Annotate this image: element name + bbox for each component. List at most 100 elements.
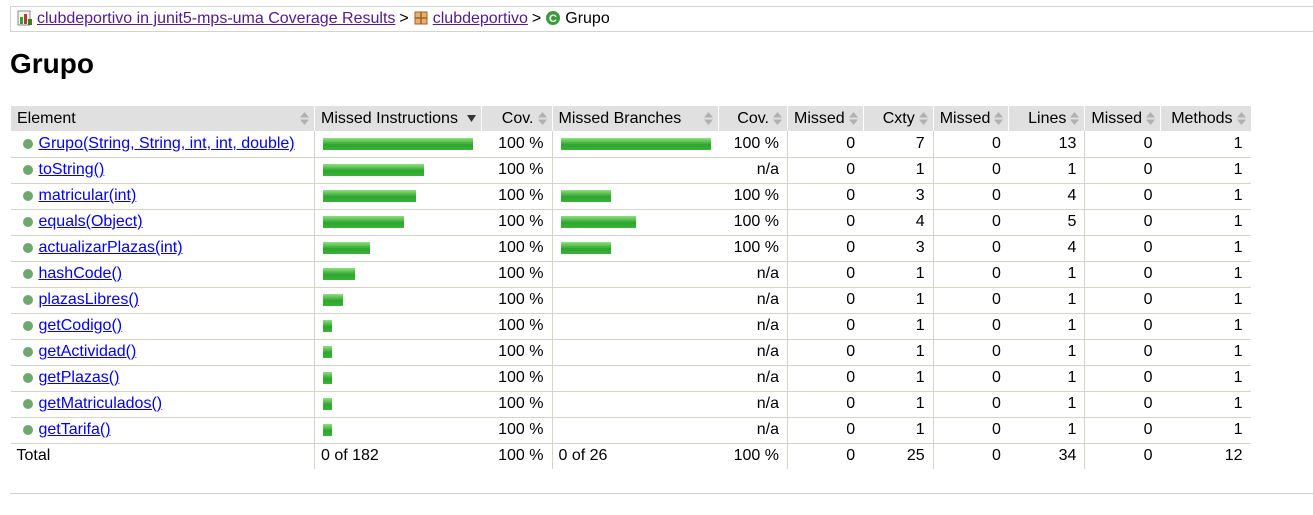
footer-divider	[10, 493, 1313, 494]
method-cell: getTarifa()	[10, 417, 315, 444]
missed-methods: 0	[1084, 157, 1161, 184]
method-cell: plazasLibres()	[10, 287, 315, 314]
table-header-row: Element Missed Instructions Cov. Missed Bra…	[10, 106, 1251, 131]
instruction-coverage: 100 %	[481, 287, 552, 314]
method-link[interactable]: toString()	[39, 161, 105, 178]
method-link[interactable]: getActividad()	[39, 343, 137, 360]
method-link[interactable]: getMatriculados()	[39, 395, 163, 412]
methods: 1	[1160, 131, 1251, 158]
missed-complexity: 0	[787, 209, 864, 236]
coverage-bar	[560, 190, 611, 202]
total-branch-coverage: 100 %	[733, 447, 779, 465]
missed-complexity: 0	[787, 157, 864, 184]
complexity: 1	[863, 157, 934, 184]
sort-icon	[704, 112, 713, 125]
method-icon	[22, 243, 33, 253]
missed-complexity: 0	[787, 183, 864, 210]
method-cell: getMatriculados()	[10, 391, 315, 418]
column-header-missed-branches[interactable]: Missed Branches	[551, 106, 719, 131]
branch-coverage: 100 %	[718, 131, 788, 158]
breadcrumb-class-name: Grupo	[565, 10, 610, 27]
methods: 1	[1160, 183, 1251, 210]
method-icon	[22, 217, 33, 227]
missed-branches-cell	[551, 339, 719, 366]
table-row: plazasLibres() 100 % n/a 0 1 0 1 0 1	[10, 287, 1251, 314]
missed-instructions-cell	[314, 235, 481, 262]
method-link[interactable]: getPlazas()	[39, 369, 120, 386]
column-header-label: Missed	[939, 109, 991, 127]
breadcrumb-package-link[interactable]: clubdeportivo	[433, 10, 528, 27]
column-header-branch-cov[interactable]: Cov.	[718, 106, 788, 131]
missed-instructions-cell	[314, 131, 481, 158]
methods: 1	[1160, 339, 1251, 366]
method-link[interactable]: matricular(int)	[39, 187, 137, 204]
sort-icon	[848, 112, 858, 125]
sort-descending-icon	[466, 115, 476, 122]
complexity: 7	[863, 131, 934, 158]
missed-branches-cell	[551, 417, 719, 444]
missed-complexity: 0	[787, 417, 864, 444]
column-header-missed-methods[interactable]: Missed	[1084, 106, 1161, 131]
column-header-label: Missed	[1091, 109, 1143, 127]
method-link[interactable]: getCodigo()	[39, 317, 123, 334]
instruction-coverage: 100 %	[481, 261, 552, 288]
total-missed-instructions: 0 of 182	[314, 443, 481, 469]
method-cell: getCodigo()	[10, 313, 315, 340]
column-header-cxty[interactable]: Cxty	[862, 106, 934, 131]
method-link[interactable]: hashCode()	[39, 265, 123, 282]
breadcrumb-separator: >	[399, 10, 409, 27]
coverage-bar	[560, 242, 611, 254]
table-row: toString() 100 % n/a 0 1 0 1 0 1	[10, 157, 1251, 184]
column-header-missed-instructions[interactable]: Missed Instructions	[314, 106, 481, 131]
method-cell: matricular(int)	[10, 183, 315, 210]
missed-instructions-cell	[314, 313, 481, 340]
complexity: 3	[863, 235, 934, 262]
column-header-label: Cov.	[737, 109, 769, 127]
sort-icon	[537, 112, 547, 125]
method-link[interactable]: actualizarPlazas(int)	[39, 239, 183, 256]
report-icon	[17, 10, 33, 34]
missed-methods: 0	[1084, 365, 1161, 392]
method-link[interactable]: plazasLibres()	[39, 291, 139, 308]
breadcrumb-separator: >	[531, 10, 542, 27]
column-header-missed-lines[interactable]: Missed	[932, 106, 1009, 131]
column-header-methods[interactable]: Methods	[1160, 106, 1251, 131]
table-body: Grupo(String, String, int, int, double) 1…	[10, 131, 1251, 444]
column-header-lines[interactable]: Lines	[1008, 106, 1085, 131]
column-header-missed-cxty[interactable]: Missed	[787, 106, 864, 131]
methods: 1	[1160, 313, 1251, 340]
missed-instructions-cell	[314, 417, 481, 444]
table-row: hashCode() 100 % n/a 0 1 0 1 0 1	[10, 261, 1251, 288]
column-header-instr-cov[interactable]: Cov.	[480, 106, 552, 131]
missed-instructions-cell	[314, 261, 481, 288]
complexity: 1	[863, 391, 934, 418]
lines: 1	[1008, 261, 1085, 288]
page-title: Grupo	[10, 48, 94, 79]
breadcrumb: clubdeportivo in junit5-mps-uma Coverage…	[10, 6, 1313, 32]
missed-instructions-cell	[314, 287, 481, 314]
table-row: matricular(int) 100 % 100 % 0 3 0 4 0 1	[10, 183, 1251, 210]
complexity: 1	[863, 313, 934, 340]
methods: 1	[1160, 209, 1251, 236]
branch-coverage: n/a	[718, 157, 788, 184]
missed-branches-cell	[551, 157, 719, 184]
instruction-coverage: 100 %	[481, 235, 552, 262]
missed-methods: 0	[1084, 417, 1161, 444]
method-icon	[22, 165, 33, 175]
method-cell: hashCode()	[10, 261, 315, 288]
breadcrumb-report-link[interactable]: clubdeportivo in junit5-mps-uma Coverage…	[37, 10, 395, 27]
method-link[interactable]: Grupo(String, String, int, int, double)	[39, 135, 295, 152]
coverage-table: Element Missed Instructions Cov. Missed Bra…	[10, 106, 1251, 469]
coverage-bar	[323, 137, 473, 150]
missed-branches-cell	[551, 287, 719, 314]
method-cell: getActividad()	[10, 339, 315, 366]
coverage-bar	[323, 320, 332, 332]
missed-lines: 0	[932, 313, 1009, 340]
instruction-coverage: 100 %	[481, 209, 552, 236]
method-icon	[22, 347, 33, 357]
method-link[interactable]: equals(Object)	[39, 213, 143, 230]
method-link[interactable]: getTarifa()	[39, 421, 111, 438]
table-row: actualizarPlazas(int) 100 % 100 % 0 3 0 4 0 1	[10, 235, 1251, 262]
missed-lines: 0	[932, 365, 1009, 392]
column-header-element[interactable]: Element	[10, 106, 315, 131]
